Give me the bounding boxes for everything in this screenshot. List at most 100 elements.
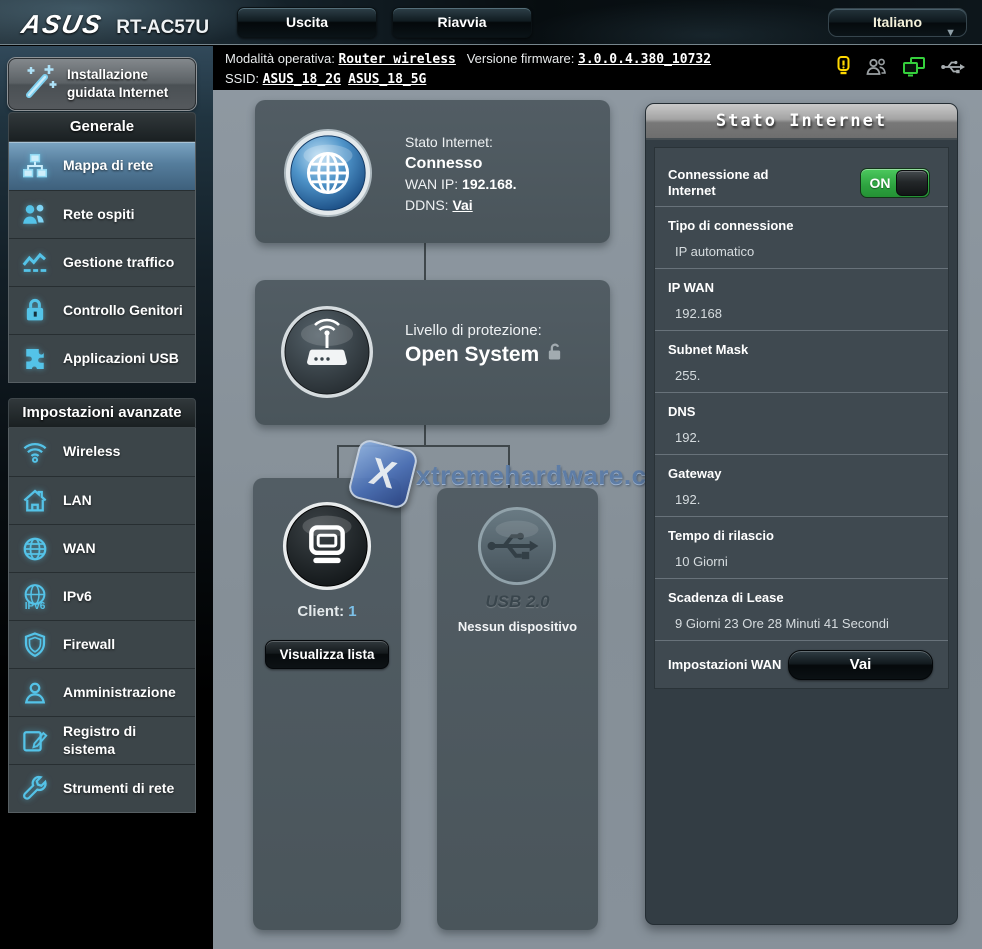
- operation-mode-line: Modalità operativa: Router wireless Vers…: [225, 51, 711, 67]
- guest-network-icon[interactable]: [865, 56, 889, 83]
- sidebar-item-traffic-manager[interactable]: Gestione traffico: [9, 238, 195, 286]
- wan-ip-value: 192.168.: [462, 176, 517, 192]
- lease-expiry-row: Scadenza di Lease 9 Giorni 23 Ore 28 Min…: [655, 578, 948, 640]
- connection-type-row: Tipo di connessione IP automatico: [655, 206, 948, 268]
- wrench-icon: [20, 774, 50, 804]
- internet-connection-row: Connessione ad Internet ON: [655, 148, 948, 206]
- sidebar-item-label: Wireless: [63, 443, 126, 461]
- wan-ip-value: 192.168: [675, 306, 935, 321]
- language-label: Italiano: [873, 14, 922, 30]
- status-icons: [835, 55, 966, 84]
- sidebar-item-firewall[interactable]: Firewall: [9, 620, 195, 668]
- usb-status-icon[interactable]: [940, 57, 966, 82]
- operation-mode-link[interactable]: Router wireless: [338, 52, 455, 67]
- ddns-go-link[interactable]: Vai: [452, 197, 472, 213]
- usb-card[interactable]: USB 2.0 Nessun dispositivo: [437, 488, 598, 930]
- language-selector[interactable]: Italiano ▼: [828, 8, 967, 37]
- internet-status-value: Connesso: [405, 153, 517, 174]
- security-level-card[interactable]: Livello di protezione: Open System: [255, 280, 610, 425]
- sidebar-item-usb-application[interactable]: Applicazioni USB: [9, 334, 195, 382]
- header-bar: ASUS RT-AC57U Uscita Riavvia Italiano ▼: [0, 0, 982, 45]
- sidebar-item-wan[interactable]: WAN: [9, 524, 195, 572]
- globe-icon: [20, 534, 50, 564]
- open-lock-icon: [546, 342, 563, 367]
- sidebar-item-parental-controls[interactable]: Controllo Genitori: [9, 286, 195, 334]
- internet-status-card[interactable]: Stato Internet: Connesso WAN IP: 192.168…: [255, 100, 610, 243]
- nav-avanzate: Wireless LAN WAN IPv6 IPv6: [8, 428, 196, 813]
- ssid-5g-link[interactable]: ASUS_18_5G: [348, 72, 426, 87]
- ssid-line: SSID: ASUS_18_2G ASUS_18_5G: [225, 71, 426, 87]
- sidebar-item-label: Gestione traffico: [63, 254, 180, 272]
- security-label: Livello di protezione:: [405, 320, 563, 342]
- usb-status-text: Nessun dispositivo: [437, 619, 598, 634]
- connector-line: [424, 243, 426, 280]
- panel-title: Stato Internet: [646, 104, 957, 140]
- firmware-label: Versione firmware:: [467, 51, 575, 66]
- release-time-row: Tempo di rilascio 10 Giorni: [655, 516, 948, 578]
- security-value: Open System: [405, 343, 539, 367]
- sidebar-item-guest-network[interactable]: Rete ospiti: [9, 190, 195, 238]
- shield-icon: [20, 630, 50, 660]
- connector-line: [337, 447, 339, 478]
- ipv6-icon: IPv6: [20, 582, 50, 612]
- internet-status-text: Stato Internet: Connesso WAN IP: 192.168…: [405, 132, 517, 216]
- log-pencil-icon: [20, 726, 50, 756]
- sidebar-item-label: Mappa di rete: [63, 157, 159, 175]
- section-header-generale: Generale: [8, 112, 196, 142]
- info-bar: Modalità operativa: Router wireless Vers…: [213, 46, 982, 90]
- sidebar-item-label: Strumenti di rete: [63, 780, 180, 798]
- client-label: Client:: [297, 603, 344, 620]
- view-client-list-button[interactable]: Visualizza lista: [265, 640, 389, 669]
- wan-settings-go-button[interactable]: Vai: [788, 650, 933, 680]
- sidebar-item-network-tools[interactable]: Strumenti di rete: [9, 764, 195, 812]
- traffic-manager-icon: [20, 248, 50, 278]
- sidebar-item-label: WAN: [63, 540, 102, 558]
- sidebar-item-administration[interactable]: Amministrazione: [9, 668, 195, 716]
- sidebar-item-lan[interactable]: LAN: [9, 476, 195, 524]
- panel-inner: Connessione ad Internet ON Tipo di conne…: [654, 147, 949, 689]
- quick-setup-button[interactable]: Installazione guidata Internet: [8, 58, 196, 110]
- sidebar-item-label: Firewall: [63, 636, 121, 654]
- sidebar-item-system-log[interactable]: Registro di sistema: [9, 716, 195, 764]
- security-text: Livello di protezione: Open System: [405, 320, 563, 367]
- reboot-button[interactable]: Riavvia: [392, 7, 532, 38]
- firmware-alert-icon[interactable]: [835, 55, 852, 84]
- dns-value: 192.: [675, 430, 935, 445]
- ddns-line: DDNS: Vai: [405, 195, 517, 216]
- client-monitor-icon: [281, 500, 373, 597]
- sidebar-item-ipv6[interactable]: IPv6 IPv6: [9, 572, 195, 620]
- router-admin-page: ASUS RT-AC57U Uscita Riavvia Italiano ▼ …: [0, 0, 982, 949]
- operation-mode-label: Modalità operativa:: [225, 51, 335, 66]
- model-name: RT-AC57U: [116, 17, 209, 39]
- nav-generale: Mappa di rete Rete ospiti Gestione traff…: [8, 142, 196, 383]
- wan-settings-row: Impostazioni WAN Vai: [655, 640, 948, 688]
- security-value-line: Open System: [405, 342, 563, 367]
- internet-connection-label: Connessione ad Internet: [668, 167, 798, 199]
- wan-settings-label: Impostazioni WAN: [668, 657, 781, 673]
- firmware-version-link[interactable]: 3.0.0.4.380_10732: [578, 52, 711, 67]
- clients-card[interactable]: Client: 1 Visualizza lista: [253, 478, 401, 930]
- sidebar-item-network-map[interactable]: Mappa di rete: [9, 142, 195, 190]
- ssid-2g-link[interactable]: ASUS_18_2G: [263, 72, 341, 87]
- lock-icon: [20, 296, 50, 326]
- sidebar-item-label: LAN: [63, 492, 98, 510]
- section-header-avanzate: Impostazioni avanzate: [8, 398, 196, 428]
- toggle-state-label: ON: [861, 169, 899, 197]
- gateway-value: 192.: [675, 492, 935, 507]
- logout-button[interactable]: Uscita: [237, 7, 377, 38]
- sidebar-item-label: Registro di sistema: [63, 723, 195, 758]
- toggle-knob: [896, 170, 928, 196]
- subnet-mask-value: 255.: [675, 368, 935, 383]
- usb-circle-icon: [477, 506, 557, 591]
- house-icon: [20, 486, 50, 516]
- brand: ASUS RT-AC57U: [22, 9, 209, 40]
- client-list-icon[interactable]: [902, 56, 927, 83]
- usb-version-label: USB 2.0: [437, 592, 598, 612]
- internet-status-panel: Stato Internet Connessione ad Internet O…: [645, 103, 958, 925]
- wan-ip-line: WAN IP: 192.168.: [405, 174, 517, 195]
- wan-ip-row: IP WAN 192.168: [655, 268, 948, 330]
- internet-globe-icon: [283, 128, 373, 223]
- sidebar-item-wireless[interactable]: Wireless: [9, 428, 195, 476]
- internet-connection-toggle[interactable]: ON: [860, 168, 930, 198]
- puzzle-piece-icon: [20, 344, 50, 374]
